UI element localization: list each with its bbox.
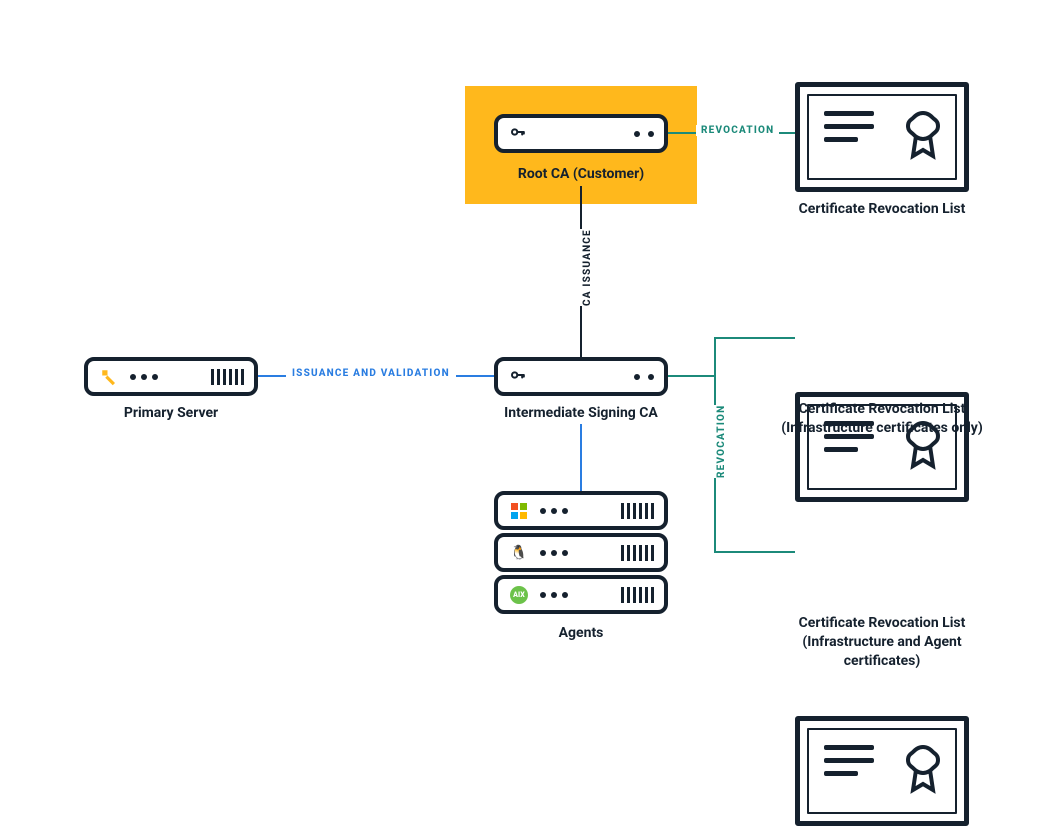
key-icon [508, 122, 528, 146]
crl-bot-label: Certificate Revocation List (Infrastruct… [780, 614, 984, 671]
root-ca-server [494, 114, 668, 153]
intermediate-ca-server [494, 357, 668, 396]
edge-revocation-to-bot [714, 551, 795, 553]
certificate-seal-icon [902, 109, 944, 171]
primary-server-label: Primary Server [84, 404, 258, 423]
primary-server [84, 357, 258, 396]
edge-intermediate-agents [580, 424, 582, 491]
edge-issuance-validation-label: ISSUANCE AND VALIDATION [286, 368, 456, 379]
crl-top [795, 82, 969, 192]
edge-revocation-trunk-label: REVOCATION [710, 405, 733, 478]
agents-label: Agents [494, 624, 668, 643]
intermediate-ca-label: Intermediate Signing CA [476, 404, 686, 423]
edge-revocation-top-label: REVOCATION [696, 125, 779, 136]
certificate-seal-icon [902, 743, 944, 805]
agent-server-aix: AIX [494, 575, 668, 614]
crl-mid-label: Certificate Revocation List (Infrastruct… [780, 400, 984, 438]
linux-icon: 🐧 [508, 542, 530, 564]
crl-bot [795, 716, 969, 826]
crl-top-label: Certificate Revocation List [780, 200, 984, 219]
agent-server-linux: 🐧 [494, 533, 668, 572]
edge-revocation-h1 [668, 375, 716, 377]
edge-revocation-to-mid [714, 337, 795, 339]
aix-icon: AIX [508, 584, 530, 606]
key-icon [508, 365, 528, 389]
puppet-icon [98, 366, 120, 388]
root-ca-label: Root CA (Customer) [465, 165, 697, 184]
edge-ca-issuance-label: CA ISSUANCE [576, 229, 599, 306]
windows-icon [508, 500, 530, 522]
agent-server-windows [494, 491, 668, 530]
